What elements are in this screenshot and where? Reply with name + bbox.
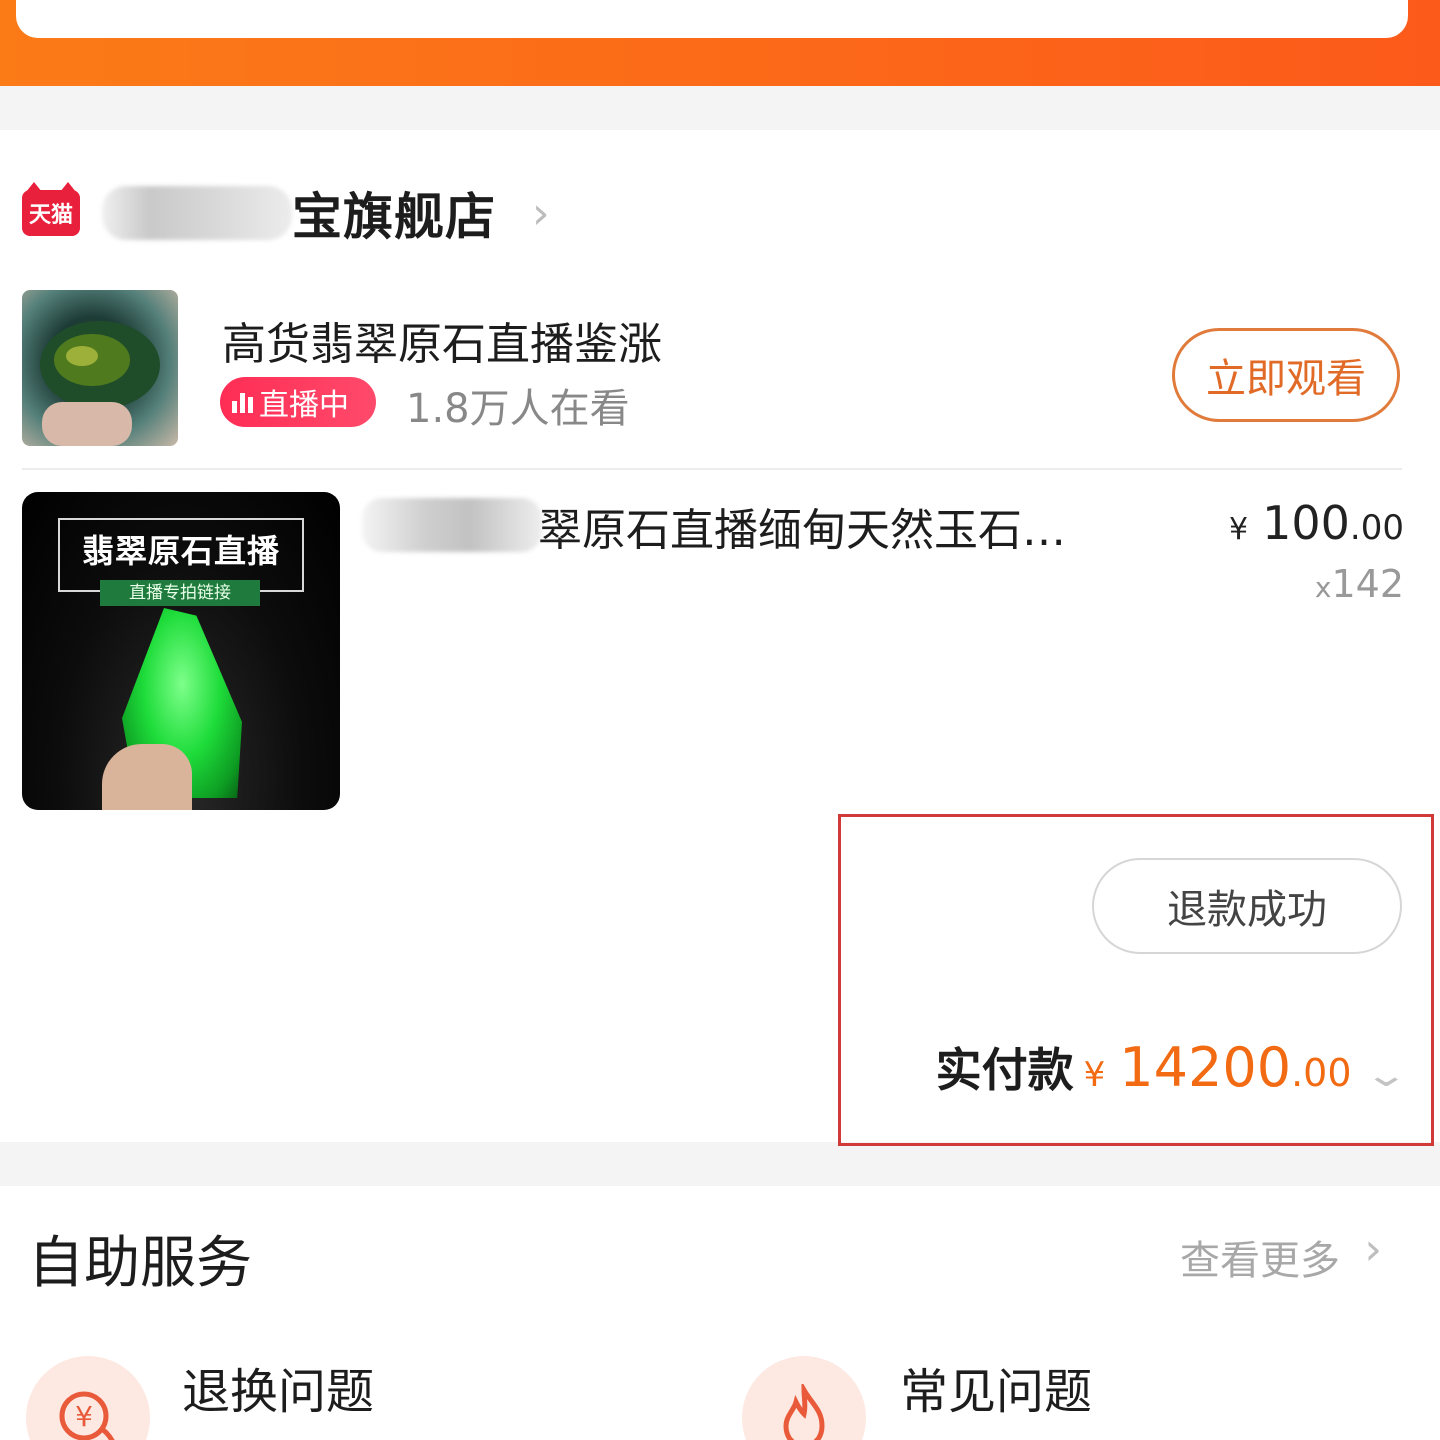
qty-value: 142: [1331, 562, 1404, 606]
paid-amount-cents: .00: [1291, 1051, 1352, 1095]
fire-glyph: [783, 1384, 825, 1440]
price-integer: 100: [1262, 496, 1350, 550]
product-title-redacted: [362, 498, 542, 552]
refund-yen-glyph: ¥: [59, 1391, 115, 1440]
price-cents: .00: [1349, 508, 1404, 548]
live-title: 高货翡翠原石直播鉴涨: [222, 319, 662, 370]
service-item-faq[interactable]: 常见问题: [900, 1352, 1092, 1422]
price-currency: ¥: [1229, 512, 1249, 547]
divider: [22, 468, 1402, 470]
refund-success-button[interactable]: 退款成功: [1092, 858, 1402, 954]
product-title: 翠原石直播缅甸天然玉石…: [538, 505, 1066, 556]
qty-prefix: x: [1314, 571, 1332, 604]
jade-rock-image: [40, 321, 160, 446]
shop-name-redacted: [102, 186, 292, 240]
view-more-link[interactable]: 查看更多: [1180, 1228, 1340, 1286]
order-card: 天猫 宝旗舰店 › 高货翡翠原石直播鉴涨 直播中 1.8万人在看 立即观看 翡翠…: [0, 130, 1440, 1146]
product-row[interactable]: 翡翠原石直播 直播专拍链接 翠原石直播缅甸天然玉石… ¥100.00 x142: [22, 492, 1404, 812]
watch-now-button[interactable]: 立即观看: [1172, 328, 1400, 422]
chevron-right-icon: ›: [532, 187, 550, 239]
thumb-subtitle: 直播专拍链接: [100, 580, 260, 606]
paid-amount-row[interactable]: 实付款 ¥ 14200 .00 ⌄: [935, 1034, 1409, 1100]
self-service-title: 自助服务: [28, 1231, 252, 1296]
chevron-down-icon[interactable]: ⌄: [1363, 1055, 1409, 1095]
product-price: ¥100.00: [1229, 496, 1404, 550]
chevron-right-icon[interactable]: ›: [1364, 1224, 1382, 1275]
live-stream-row[interactable]: 高货翡翠原石直播鉴涨 直播中 1.8万人在看 立即观看: [22, 290, 1402, 446]
paid-label: 实付款: [935, 1043, 1074, 1097]
top-card-edge: [16, 0, 1408, 38]
live-status-badge: 直播中: [220, 377, 376, 427]
shop-name: 宝旗舰店: [292, 188, 496, 246]
live-thumbnail[interactable]: [22, 290, 178, 446]
top-header-bar: [0, 0, 1440, 86]
service-item-refund[interactable]: 退换问题: [182, 1352, 374, 1422]
fire-icon[interactable]: [742, 1356, 866, 1440]
refund-yen-icon[interactable]: ¥: [26, 1356, 150, 1440]
order-detail-page: 天猫 宝旗舰店 › 高货翡翠原石直播鉴涨 直播中 1.8万人在看 立即观看 翡翠…: [0, 0, 1440, 1440]
product-thumbnail[interactable]: 翡翠原石直播 直播专拍链接: [22, 492, 340, 810]
shop-row[interactable]: 天猫 宝旗舰店 ›: [22, 178, 550, 248]
product-quantity: x142: [1315, 562, 1404, 606]
svg-text:¥: ¥: [75, 1400, 93, 1433]
live-viewer-count: 1.8万人在看: [406, 386, 630, 432]
hand-image: [102, 744, 192, 810]
paid-currency: ¥: [1083, 1055, 1106, 1095]
thumb-title: 翡翠原石直播: [81, 532, 280, 570]
tmall-logo-icon: 天猫: [22, 182, 80, 236]
tmall-badge-text: 天猫: [28, 203, 73, 228]
live-badge-text: 直播中: [259, 388, 349, 423]
live-bars-icon: [232, 391, 253, 413]
paid-amount-integer: 14200: [1119, 1036, 1292, 1099]
self-service-card: 自助服务 查看更多 › ¥ 退换问题 常见问题: [0, 1186, 1440, 1440]
